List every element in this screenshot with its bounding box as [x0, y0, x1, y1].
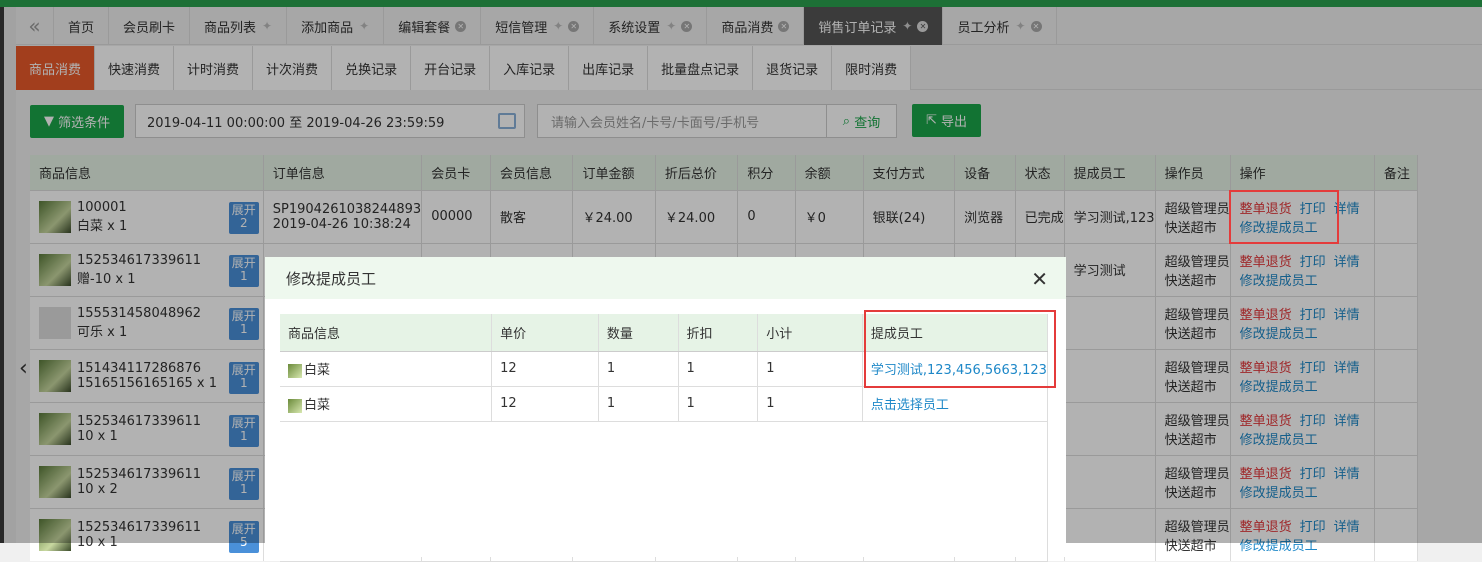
close-icon[interactable]: ✕	[1031, 267, 1048, 291]
highlight-box	[864, 310, 1056, 388]
modal-title: 修改提成员工	[286, 269, 377, 288]
modify-staff-modal: 修改提成员工 ✕ 商品信息 单价 数量 折扣 小计 提成员工 白菜 12 1 1 1 学习测试,12…	[265, 257, 1066, 562]
modal-empty-row	[280, 421, 1048, 562]
modal-row: 白菜 12 1 1 1 点击选择员工	[280, 386, 1049, 422]
subtotal-cell: 1	[757, 351, 863, 387]
modal-column-header: 单价	[491, 314, 599, 352]
subtotal-cell: 1	[757, 386, 863, 422]
modal-column-header: 小计	[757, 314, 863, 352]
select-staff-link[interactable]: 点击选择员工	[862, 386, 1049, 422]
item-cell: 白菜	[280, 351, 493, 387]
item-thumbnail	[288, 398, 302, 413]
item-cell: 白菜	[280, 386, 493, 422]
item-name: 白菜	[304, 398, 331, 413]
modal-header: 修改提成员工 ✕	[265, 257, 1066, 299]
item-thumbnail	[288, 363, 302, 378]
discount-cell: 1	[678, 386, 759, 422]
modal-column-header: 数量	[598, 314, 679, 352]
qty-cell: 1	[598, 386, 679, 422]
price-cell: 12	[491, 351, 599, 387]
discount-cell: 1	[678, 351, 759, 387]
modal-column-header: 折扣	[678, 314, 759, 352]
empty-cell	[280, 421, 1048, 562]
highlight-box	[1229, 190, 1339, 244]
qty-cell: 1	[598, 351, 679, 387]
item-name: 白菜	[304, 363, 331, 378]
price-cell: 12	[491, 386, 599, 422]
modal-column-header: 商品信息	[280, 314, 493, 352]
